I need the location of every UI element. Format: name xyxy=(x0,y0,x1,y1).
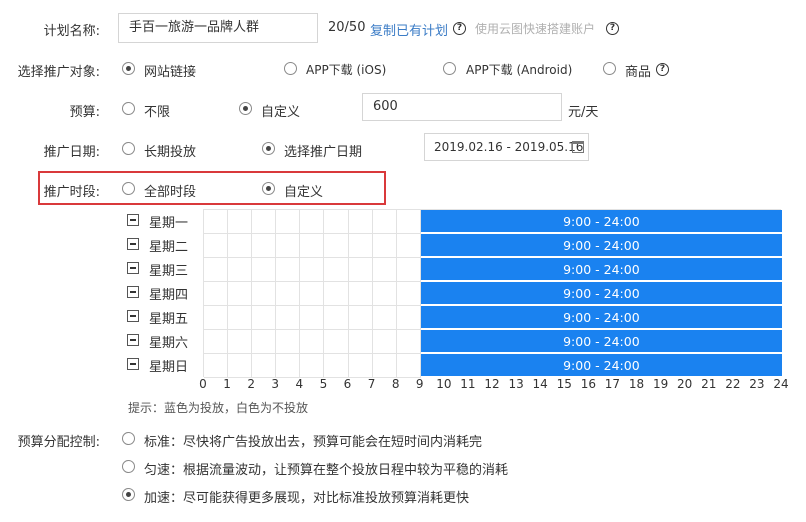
date-range-input[interactable]: 2019.02.16 - 2019.05.16 xyxy=(424,133,589,161)
collapse-minus-icon[interactable] xyxy=(127,214,139,226)
hour-tick-label: 23 xyxy=(749,377,765,391)
radio-date-long-term[interactable] xyxy=(122,142,135,155)
radio-period-all[interactable] xyxy=(122,182,135,195)
radio-product[interactable] xyxy=(603,62,616,75)
hour-tick-label: 17 xyxy=(604,377,621,391)
option-app-ios: APP下载 (iOS) xyxy=(306,63,387,77)
radio-budget-unlimited[interactable] xyxy=(122,102,135,115)
option-date-long-term: 长期投放 xyxy=(144,145,197,160)
radio-budget-standard[interactable] xyxy=(122,432,135,445)
schedule-day-name: 星期三 xyxy=(149,264,189,279)
schedule-day-name: 星期二 xyxy=(149,240,189,255)
schedule-active-block[interactable]: 9:00 - 24:00 xyxy=(420,210,782,234)
hour-tick-label: 22 xyxy=(725,377,741,391)
option-website-link: 网站链接 xyxy=(144,65,197,80)
date-range-value: 2019.02.16 - 2019.05.16 xyxy=(434,140,584,154)
hour-tick-label: 21 xyxy=(701,377,717,391)
hour-tick-label: 12 xyxy=(484,377,500,391)
target-label: 选择推广对象: xyxy=(17,65,100,80)
schedule-day-name: 星期六 xyxy=(149,336,189,351)
schedule-day-name: 星期四 xyxy=(149,288,189,303)
hour-tick-label: 14 xyxy=(532,377,548,391)
plan-name-input[interactable]: 手百一旅游一品牌人群 xyxy=(118,13,318,43)
hour-tick-label: 9 xyxy=(415,377,424,391)
radio-website-link[interactable] xyxy=(122,62,135,75)
question-circle-icon[interactable]: ? xyxy=(606,22,619,35)
schedule-grid[interactable]: 9:00 - 24:00 9:00 - 24:00 9:00 - 24:00 9:00… xyxy=(203,209,782,378)
schedule-active-block[interactable]: 9:00 - 24:00 xyxy=(420,258,782,282)
schedule-day-name: 星期一 xyxy=(149,216,189,231)
schedule-tip: 提示：蓝色为投放，白色为不投放 xyxy=(128,401,309,415)
budget-control-label: 预算分配控制: xyxy=(17,435,100,450)
option-budget-unlimited: 不限 xyxy=(144,105,171,120)
collapse-minus-icon[interactable] xyxy=(127,238,139,250)
collapse-minus-icon[interactable] xyxy=(127,286,139,298)
cloud-map-link[interactable]: 使用云图快速搭建账户 xyxy=(475,20,595,37)
option-app-android: APP下载 (Android) xyxy=(466,63,573,77)
collapse-minus-icon[interactable] xyxy=(127,334,139,346)
radio-budget-accelerated[interactable] xyxy=(122,488,135,501)
radio-budget-custom[interactable] xyxy=(239,102,252,115)
hour-tick-label: 7 xyxy=(367,377,376,391)
plan-name-counter: 20/50 xyxy=(328,20,366,35)
budget-unit: 元/天 xyxy=(568,105,599,120)
question-circle-icon[interactable]: ? xyxy=(656,63,669,76)
budget-input[interactable]: 600 xyxy=(362,93,562,121)
question-circle-icon[interactable]: ? xyxy=(453,22,466,35)
radio-date-select[interactable] xyxy=(262,142,275,155)
hour-tick-label: 5 xyxy=(319,377,328,391)
hour-tick-label: 2 xyxy=(247,377,255,391)
hour-tick-label: 11 xyxy=(460,377,476,391)
option-budget-accelerated: 加速：尽可能获得更多展现，对比标准投放预算消耗更快 xyxy=(144,491,470,506)
option-budget-custom: 自定义 xyxy=(261,105,301,120)
radio-app-ios[interactable] xyxy=(284,62,297,75)
option-period-custom: 自定义 xyxy=(284,185,324,200)
hour-tick-label: 4 xyxy=(295,377,304,391)
schedule-day-name: 星期日 xyxy=(149,360,189,375)
hour-tick-label: 19 xyxy=(652,377,669,391)
radio-budget-uniform[interactable] xyxy=(122,460,135,473)
option-product: 商品 xyxy=(625,65,652,80)
hour-tick-label: 20 xyxy=(677,377,693,391)
radio-period-custom[interactable] xyxy=(262,182,275,195)
collapse-minus-icon[interactable] xyxy=(127,262,139,274)
option-budget-standard: 标准：尽快将广告投放出去，预算可能会在短时间内消耗完 xyxy=(144,435,483,450)
hour-tick-label: 0 xyxy=(199,377,207,391)
schedule-active-block[interactable]: 9:00 - 24:00 xyxy=(420,282,782,306)
radio-app-android[interactable] xyxy=(443,62,456,75)
hour-tick-label: 13 xyxy=(508,377,524,391)
plan-name-label: 计划名称: xyxy=(43,24,100,39)
hour-tick-label: 16 xyxy=(580,377,596,391)
schedule-day-name: 星期五 xyxy=(149,312,189,327)
option-period-all: 全部时段 xyxy=(144,185,197,200)
date-label: 推广日期: xyxy=(43,145,100,160)
hour-tick-label: 1 xyxy=(223,377,231,391)
schedule-active-block[interactable]: 9:00 - 24:00 xyxy=(420,354,782,378)
budget-label: 预算: xyxy=(69,105,100,120)
schedule-active-block[interactable]: 9:00 - 24:00 xyxy=(420,330,782,354)
hour-tick-label: 24 xyxy=(773,377,789,391)
period-label: 推广时段: xyxy=(43,185,100,200)
copy-plan-link[interactable]: 复制已有计划 xyxy=(370,20,448,39)
hour-tick-label: 3 xyxy=(271,377,280,391)
hour-tick-label: 10 xyxy=(436,377,452,391)
option-budget-uniform: 匀速：根据流量波动，让预算在整个投放日程中较为平稳的消耗 xyxy=(144,463,509,478)
calendar-icon[interactable] xyxy=(572,141,584,153)
schedule-active-block[interactable]: 9:00 - 24:00 xyxy=(420,306,782,330)
schedule-active-block[interactable]: 9:00 - 24:00 xyxy=(420,234,782,258)
hour-tick-label: 8 xyxy=(391,377,400,391)
hour-tick-label: 6 xyxy=(343,377,352,391)
option-date-select: 选择推广日期 xyxy=(284,145,363,160)
hour-tick-label: 15 xyxy=(556,377,572,391)
collapse-minus-icon[interactable] xyxy=(127,358,139,370)
collapse-minus-icon[interactable] xyxy=(127,310,139,322)
hour-tick-label: 18 xyxy=(628,377,645,391)
